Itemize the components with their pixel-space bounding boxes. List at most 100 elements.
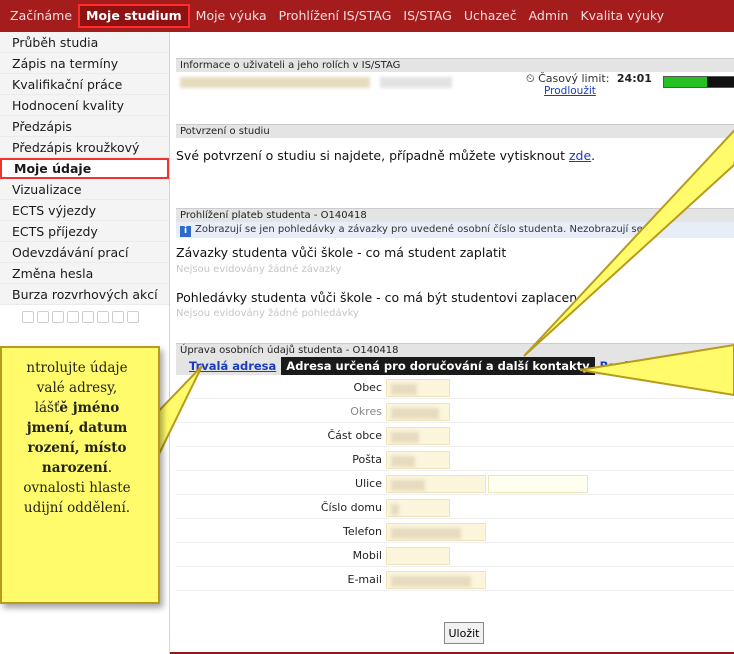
callout-line-2: valé adresy, (36, 380, 118, 396)
redacted-user-role (380, 76, 452, 88)
redacted-user-name (180, 76, 370, 88)
save-button[interactable]: Uložit (444, 622, 484, 644)
form-row-posta: Pošta (176, 449, 734, 471)
sidebar-item-moje-udaje[interactable]: Moje údaje (0, 158, 169, 179)
top-navigation: Začínáme Moje studium Moje výuka Prohlíž… (0, 0, 734, 32)
tab-bankovni-ucet[interactable]: Bankovní účet (595, 357, 697, 375)
callout-line-6-tail: . (107, 460, 113, 476)
tab-dorucovaci-adresa[interactable]: Adresa určená pro doručování a další kon… (281, 357, 595, 375)
nav-admin[interactable]: Admin (523, 4, 575, 28)
square-icon[interactable] (127, 311, 139, 323)
callout-line-4: jmení, datum (2, 418, 152, 438)
callout-line-3-bold: ě jméno (59, 400, 120, 416)
nav-kvalita-vyuky[interactable]: Kvalita výuky (574, 4, 670, 28)
form-row-email: E-mail (176, 569, 734, 591)
sidebar-item-hodnoceni-kvality[interactable]: Hodnocení kvality (0, 95, 169, 116)
form-row-telefon: Telefon (176, 521, 734, 543)
claims-empty: Nejsou evidovány žádné pohledávky (176, 308, 359, 319)
sidebar-item-odevzdavani-praci[interactable]: Odevzdávání prací (0, 242, 169, 263)
confirmation-heading: Potvrzení o studiu (176, 124, 734, 138)
session-progress-fill (664, 77, 707, 87)
nav-is-stag[interactable]: IS/STAG (397, 4, 457, 28)
label-posta: Pošta (352, 453, 382, 466)
form-row-ulice: Ulice (176, 473, 734, 495)
callout-line-6-bold: narození (41, 460, 108, 476)
callout-line-1: ntrolujte údaje (26, 360, 128, 376)
clock-icon: ⏲ (526, 72, 535, 85)
info-icon: i (180, 226, 191, 237)
sidebar-square-icons (0, 305, 169, 323)
confirmation-text-body: Své potvrzení o studiu si najdete, přípa… (176, 148, 565, 163)
input-telefon[interactable] (386, 523, 486, 541)
sidebar-item-ects-vyjezdy[interactable]: ECTS výjezdy (0, 200, 169, 221)
sidebar-item-predzapis-krouzkovy[interactable]: Předzápis kroužkový (0, 137, 169, 158)
personal-tabs: Trvalá adresa Adresa určená pro doručová… (176, 357, 734, 375)
input-ulice[interactable] (386, 475, 486, 493)
nav-uchazec[interactable]: Uchazeč (458, 4, 523, 28)
sidebar-item-ects-prijezdy[interactable]: ECTS příjezdy (0, 221, 169, 242)
square-icon[interactable] (82, 311, 94, 323)
callout-line-4-bold: jmení, datum (26, 420, 128, 436)
instruction-callout: ntrolujte údaje valé adresy, lášťě jméno… (0, 346, 160, 604)
callout-line-6: narození. (2, 458, 152, 478)
input-mobil[interactable] (386, 547, 450, 565)
form-row-mobil: Mobil (176, 545, 734, 567)
nav-moje-studium[interactable]: Moje studium (78, 4, 190, 28)
label-email: E-mail (347, 573, 383, 586)
payments-heading: Prohlížení plateb studenta - O140418 (176, 208, 734, 222)
callout-line-3-plain: lášť (34, 400, 60, 416)
claims-title: Pohledávky studenta vůči škole - co má b… (176, 290, 585, 305)
nav-prohlizeni-is-stag[interactable]: Prohlížení IS/STAG (273, 4, 398, 28)
sidebar-item-zapis-na-terminy[interactable]: Zápis na termíny (0, 53, 169, 74)
obligations-empty: Nejsou evidovány žádné závazky (176, 264, 342, 275)
label-cast-obce: Část obce (327, 429, 383, 442)
input-cast-obce[interactable] (386, 427, 450, 445)
callout-line-5: rození, místo (2, 438, 152, 458)
nav-zaciname[interactable]: Začínáme (4, 4, 78, 28)
callout-line-5-bold: rození, místo (27, 440, 127, 456)
input-okres[interactable] (386, 403, 450, 421)
nav-moje-vyuka[interactable]: Moje výuka (190, 4, 273, 28)
personal-heading: Úprava osobních údajů studenta - O140418 (176, 343, 734, 357)
callout-line-7: ovnalosti hlaste (23, 480, 131, 496)
label-ulice: Ulice (355, 477, 382, 490)
form-row-obec: Obec (176, 377, 734, 399)
label-mobil: Mobil (352, 549, 382, 562)
square-icon[interactable] (37, 311, 49, 323)
input-obec[interactable] (386, 379, 450, 397)
sidebar-item-predzapis[interactable]: Předzápis (0, 116, 169, 137)
confirmation-link[interactable]: zde (569, 148, 591, 163)
payments-info-box: i Zobrazují se jen pohledávky a závazky p… (176, 222, 734, 238)
form-row-okres: Okres (176, 401, 734, 423)
square-icon[interactable] (52, 311, 64, 323)
sidebar-item-burza-rozvrhovych-akci[interactable]: Burza rozvrhových akcí (0, 284, 169, 305)
callout-line-8: udijní oddělení. (23, 500, 131, 516)
sidebar-item-kvalifikacni-prace[interactable]: Kvalifikační práce (0, 74, 169, 95)
sidebar-item-vizualizace[interactable]: Vizualizace (0, 179, 169, 200)
session-timer: ⏲ Časový limit: 24:01 Prodloužit (526, 72, 652, 97)
sidebar-item-prubeh-studia[interactable]: Průběh studia (0, 32, 169, 53)
confirmation-suffix: . (591, 148, 596, 163)
label-cislo-domu: Číslo domu (320, 501, 382, 514)
confirmation-text: Své potvrzení o studiu si najdete, přípa… (176, 148, 595, 163)
session-progress-bar (663, 76, 734, 88)
input-email[interactable] (386, 571, 486, 589)
input-posta[interactable] (386, 451, 450, 469)
input-cislo-domu[interactable] (386, 499, 450, 517)
square-icon[interactable] (22, 311, 34, 323)
label-obec: Obec (353, 381, 382, 394)
extend-session-link[interactable]: Prodloužit (526, 85, 652, 97)
timer-value: 24:01 (616, 72, 652, 85)
form-row-cislo-domu: Číslo domu (176, 497, 734, 519)
sidebar-item-zmena-hesla[interactable]: Změna hesla (0, 263, 169, 284)
main-content: Informace o uživateli a jeho rolích v IS… (176, 32, 734, 654)
square-icon[interactable] (112, 311, 124, 323)
square-icon[interactable] (97, 311, 109, 323)
input-ulice-extra[interactable] (488, 475, 588, 493)
tab-trvala-adresa[interactable]: Trvalá adresa (184, 357, 281, 375)
form-row-cast-obce: Část obce (176, 425, 734, 447)
payments-info-text: Zobrazují se jen pohledávky a závazky pr… (195, 224, 643, 235)
timer-label: Časový limit: (538, 72, 610, 85)
obligations-title: Závazky studenta vůči škole - co má stud… (176, 245, 507, 260)
square-icon[interactable] (67, 311, 79, 323)
